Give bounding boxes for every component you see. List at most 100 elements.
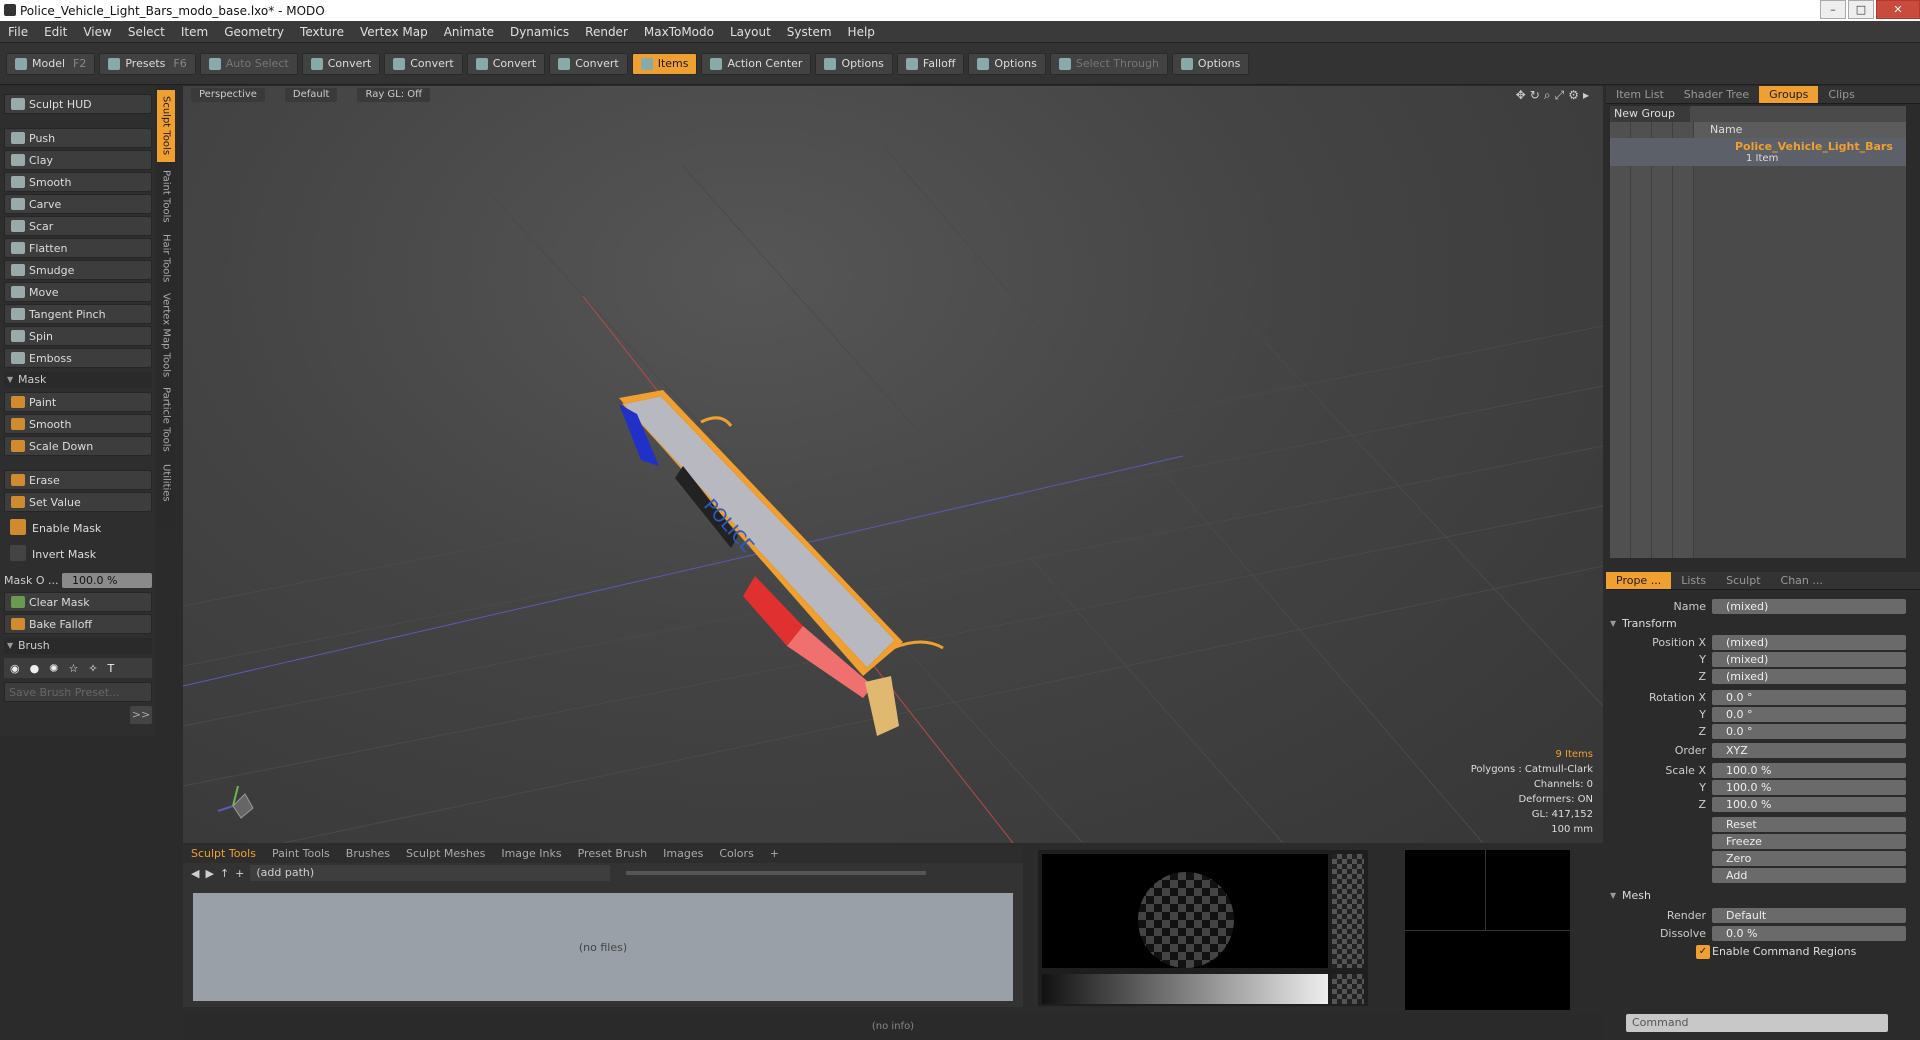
- soft-brush-icon[interactable]: ◉: [10, 662, 20, 675]
- tab-colors[interactable]: Colors: [711, 845, 761, 863]
- render-dropdown[interactable]: Default: [1712, 907, 1906, 923]
- tab-hair-tools[interactable]: Hair Tools: [157, 230, 175, 286]
- expand-button[interactable]: >>: [130, 706, 152, 724]
- zoom-icon[interactable]: ⌕: [1544, 88, 1555, 102]
- brush-section[interactable]: Brush: [4, 638, 152, 654]
- scale-x-field[interactable]: 100.0 %: [1712, 762, 1906, 778]
- tool-scar[interactable]: Scar: [4, 216, 152, 236]
- add-icon[interactable]: +: [235, 867, 244, 880]
- menu-edit[interactable]: Edit: [36, 25, 75, 39]
- color-swatch[interactable]: [1332, 974, 1364, 1004]
- mask-scale-down[interactable]: Scale Down: [4, 436, 152, 456]
- text-brush-icon[interactable]: T: [108, 662, 115, 675]
- menu-dynamics[interactable]: Dynamics: [502, 25, 577, 39]
- pan-icon[interactable]: ✥: [1516, 88, 1530, 102]
- tool-clay[interactable]: Clay: [4, 150, 152, 170]
- falloff-button[interactable]: Falloff: [896, 52, 965, 75]
- tab-images[interactable]: Images: [655, 845, 711, 863]
- tab-vertex-map-tools[interactable]: Vertex Map Tools: [157, 290, 175, 380]
- gradient-strip[interactable]: [1042, 974, 1328, 1004]
- play-icon[interactable]: ▸: [1583, 88, 1593, 102]
- rotate-icon[interactable]: ↻: [1530, 88, 1544, 102]
- menu-render[interactable]: Render: [577, 25, 636, 39]
- menu-vertex-map[interactable]: Vertex Map: [352, 25, 436, 39]
- menu-item[interactable]: Item: [173, 25, 216, 39]
- tab-sculpt-meshes[interactable]: Sculpt Meshes: [398, 845, 493, 863]
- menu-view[interactable]: View: [75, 25, 119, 39]
- mask-opacity-field[interactable]: 100.0 %: [62, 572, 152, 588]
- maximize-button[interactable]: □: [1848, 0, 1874, 19]
- convert-button[interactable]: Convert: [384, 52, 463, 75]
- reset-dropdown[interactable]: Reset: [1712, 816, 1906, 832]
- order-dropdown[interactable]: XYZ: [1712, 742, 1906, 758]
- transform-section[interactable]: Transform: [1606, 616, 1906, 632]
- custom-brush-icon[interactable]: ✧: [88, 662, 97, 675]
- auto-select-button[interactable]: Auto Select: [199, 52, 298, 75]
- gear-icon[interactable]: ⚙: [1568, 88, 1583, 102]
- tab-preset-brush[interactable]: Preset Brush: [570, 845, 656, 863]
- tab-utilities[interactable]: Utilities: [157, 458, 175, 508]
- tool-smudge[interactable]: Smudge: [4, 260, 152, 280]
- select-through-button[interactable]: Select Through: [1049, 52, 1168, 75]
- fit-icon[interactable]: ⤢: [1555, 88, 1569, 102]
- position-x-field[interactable]: (mixed): [1712, 634, 1906, 650]
- up-folder-icon[interactable]: ↑: [220, 867, 229, 880]
- command-input[interactable]: Command: [1626, 1014, 1888, 1032]
- menu-layout[interactable]: Layout: [722, 25, 779, 39]
- enable-cmd-checkbox[interactable]: ✓: [1696, 944, 1710, 959]
- rotation-y-field[interactable]: 0.0 °: [1712, 706, 1906, 722]
- menu-system[interactable]: System: [779, 25, 840, 39]
- tab-particle-tools[interactable]: Particle Tools: [157, 384, 175, 454]
- hard-brush-icon[interactable]: ●: [30, 662, 40, 675]
- menu-texture[interactable]: Texture: [292, 25, 352, 39]
- add-tab-button[interactable]: +: [762, 845, 787, 863]
- close-button[interactable]: ✕: [1876, 0, 1920, 19]
- tab-brushes[interactable]: Brushes: [338, 845, 398, 863]
- mesh-section[interactable]: Mesh: [1606, 888, 1906, 904]
- tab-paint-tools[interactable]: Paint Tools: [157, 166, 175, 226]
- raygl-toggle[interactable]: Ray GL: Off: [357, 88, 431, 102]
- police-light-bar-model[interactable]: POLICE: [619, 390, 944, 736]
- name-field[interactable]: (mixed): [1712, 598, 1906, 614]
- invert-mask-checkbox[interactable]: Invert Mask: [4, 544, 152, 564]
- sculpt-hud-button[interactable]: Sculpt HUD: [4, 94, 152, 114]
- tool-spin[interactable]: Spin: [4, 326, 152, 346]
- bake-falloff-button[interactable]: Bake Falloff: [4, 614, 152, 634]
- thumbnail-size-slider[interactable]: [626, 871, 927, 875]
- enable-mask-checkbox[interactable]: Enable Mask: [4, 518, 152, 538]
- model-button[interactable]: Model F2: [6, 52, 96, 75]
- back-arrow-icon[interactable]: ◀: [191, 867, 199, 880]
- tool-emboss[interactable]: Emboss: [4, 348, 152, 368]
- tab-item-list[interactable]: Item List: [1606, 86, 1674, 103]
- items-button[interactable]: Items: [631, 52, 698, 75]
- tab-shader-tree[interactable]: Shader Tree: [1674, 86, 1759, 103]
- path-dropdown[interactable]: (add path): [250, 865, 611, 881]
- options-button[interactable]: Options: [1171, 52, 1250, 75]
- tool-smooth[interactable]: Smooth: [4, 172, 152, 192]
- options-button[interactable]: Options: [815, 52, 893, 75]
- scale-z-field[interactable]: 100.0 %: [1712, 796, 1906, 812]
- forward-arrow-icon[interactable]: ▶: [205, 867, 213, 880]
- shading-dropdown[interactable]: Default: [284, 88, 338, 102]
- menu-select[interactable]: Select: [120, 25, 173, 39]
- rotation-z-field[interactable]: 0.0 °: [1712, 723, 1906, 739]
- tool-tangent-pinch[interactable]: Tangent Pinch: [4, 304, 152, 324]
- freeze-dropdown[interactable]: Freeze: [1712, 833, 1906, 849]
- tool-push[interactable]: Push: [4, 128, 152, 148]
- tab-sculpt-tools[interactable]: Sculpt Tools: [183, 845, 264, 863]
- new-group-button[interactable]: New Group: [1610, 106, 1690, 122]
- menu-maxtomodo[interactable]: MaxToModo: [636, 25, 722, 39]
- action-center-button[interactable]: Action Center: [701, 52, 812, 75]
- tab-clips[interactable]: Clips: [1818, 86, 1865, 103]
- rotation-x-field[interactable]: 0.0 °: [1712, 689, 1906, 705]
- tab-image-inks[interactable]: Image Inks: [493, 845, 569, 863]
- dissolve-field[interactable]: 0.0 %: [1712, 925, 1906, 941]
- position-y-field[interactable]: (mixed): [1712, 651, 1906, 667]
- save-brush-preset-field[interactable]: Save Brush Preset...: [4, 682, 152, 702]
- clear-mask-button[interactable]: Clear Mask: [4, 592, 152, 612]
- tab-sculpt-tools[interactable]: Sculpt Tools: [157, 90, 175, 162]
- mask-smooth[interactable]: Smooth: [4, 414, 152, 434]
- splat-brush-icon[interactable]: ✺: [49, 662, 58, 675]
- menu-animate[interactable]: Animate: [436, 25, 502, 39]
- tab-groups[interactable]: Groups: [1759, 86, 1819, 103]
